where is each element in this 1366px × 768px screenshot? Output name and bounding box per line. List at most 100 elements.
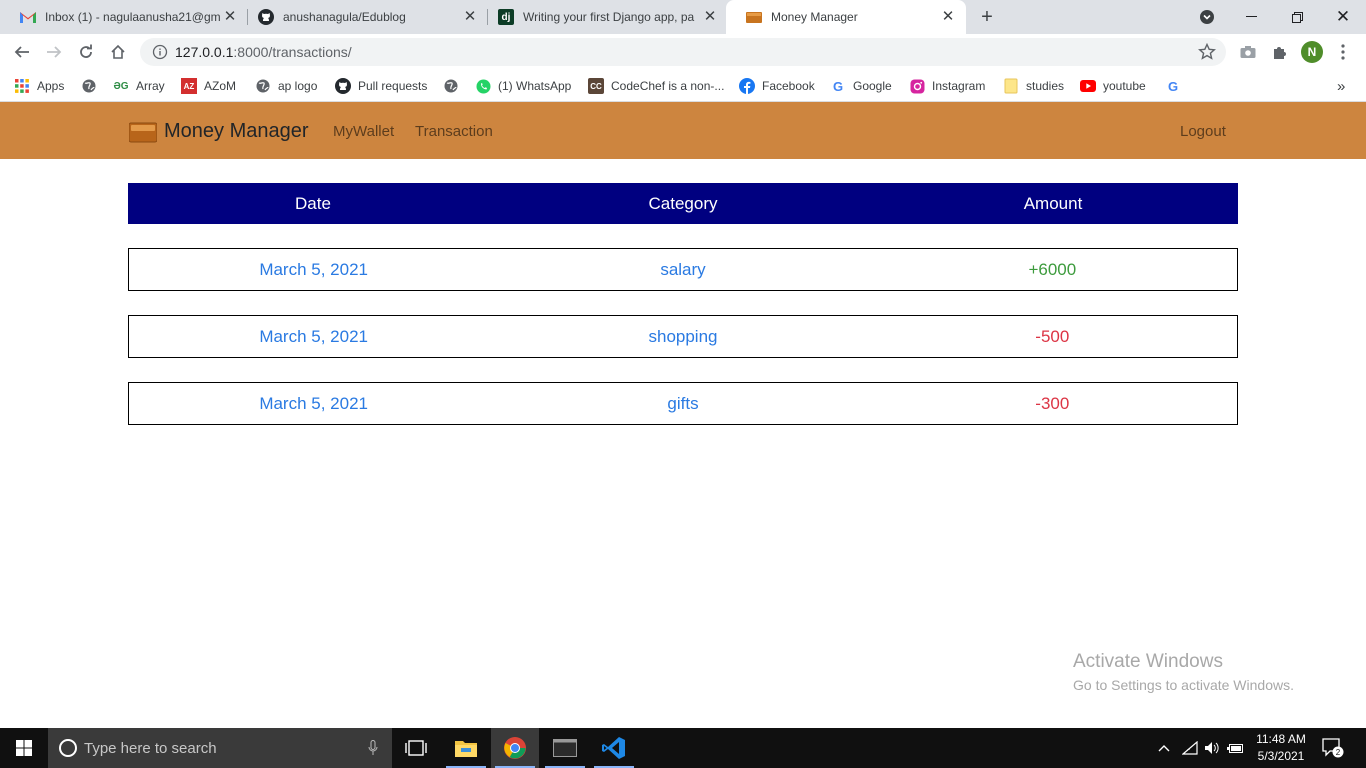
windows-start-icon[interactable] [0,728,48,768]
globe-icon [255,78,271,94]
chrome-menu-icon[interactable] [1333,42,1353,62]
bookmark-google-2[interactable]: G [1165,76,1188,96]
globe-icon [81,78,97,94]
bookmark-star-icon[interactable] [1198,42,1216,61]
row-amount: +6000 [1028,259,1077,279]
network-icon[interactable] [1178,728,1202,768]
row-date: March 5, 2021 [259,393,368,413]
new-tab-icon[interactable]: + [977,7,997,27]
tab-title: anushanagula/Edublog [283,10,406,24]
row-amount: -300 [1035,393,1070,413]
tab-github[interactable]: anushanagula/Edublog ✕ [238,0,488,34]
close-tab-icon[interactable]: ✕ [702,9,718,25]
bookmark-label: (1) WhatsApp [498,79,572,93]
logout-link[interactable]: Logout [1180,123,1226,140]
bookmark-google[interactable]: G Google [830,76,892,96]
close-tab-icon[interactable]: ✕ [222,9,238,25]
address-bar[interactable]: 127.0.0.1:8000/transactions/ [140,38,1226,66]
wallet-icon [746,9,762,25]
bookmark-globe-2[interactable] [443,76,466,96]
watermark-subtitle: Go to Settings to activate Windows. [1073,677,1294,693]
restore-icon[interactable] [1274,0,1320,34]
table-row: March 5, 2021 salary +6000 [128,248,1238,291]
row-date: March 5, 2021 [259,326,368,346]
system-clock[interactable]: 11:48 AM 5/3/2021 [1250,731,1312,765]
bookmark-youtube[interactable]: youtube [1080,76,1146,96]
table-header: Date Category Amount [128,183,1238,224]
bookmark-label: CodeChef is a non-... [611,79,725,93]
notification-center-icon[interactable]: 2 [1322,738,1344,758]
show-hidden-icons-icon[interactable] [1152,728,1176,768]
header-category: Category [648,193,718,213]
close-window-icon[interactable]: ✕ [1320,0,1366,34]
bookmark-label: Array [136,79,165,93]
django-icon: dj [498,9,514,25]
profile-avatar[interactable]: N [1301,41,1323,63]
cortana-icon [59,739,77,757]
url-host: 127.0.0.1 [175,44,234,60]
row-category: gifts [667,393,699,413]
bookmark-pull-requests[interactable]: Pull requests [335,76,427,96]
taskbar-search-box[interactable]: Type here to search [48,728,392,768]
tab-title: Money Manager [771,10,858,24]
bookmarks-bar: Apps ƏG Array AZ AZoM ap logo Pull reque… [0,70,1366,102]
bookmark-studies[interactable]: studies [1003,76,1064,96]
clock-date: 5/3/2021 [1257,749,1305,763]
file-explorer-icon[interactable] [442,728,490,768]
volume-icon[interactable] [1200,728,1224,768]
browser-tab-strip: Inbox (1) - nagulaanusha21@gm ✕ anushana… [0,0,1366,34]
microphone-icon[interactable] [368,740,378,756]
bookmark-azom[interactable]: AZ AZoM [181,76,236,96]
google-icon: G [1167,78,1179,94]
row-category: shopping [648,326,718,346]
bookmark-facebook[interactable]: Facebook [739,76,815,96]
minimize-icon[interactable] [1228,0,1274,34]
tab-money-manager[interactable]: Money Manager ✕ [726,0,966,34]
activate-windows-watermark: Activate Windows Go to Settings to activ… [1073,651,1294,693]
bookmark-whatsapp[interactable]: (1) WhatsApp [475,76,571,96]
close-tab-icon[interactable]: ✕ [940,9,956,25]
wallet-icon [129,122,157,142]
terminal-icon[interactable] [541,728,589,768]
brand-link[interactable]: Money Manager [129,120,309,143]
globe-icon [443,78,459,94]
bookmark-label: Instagram [932,79,986,93]
tab-title: Writing your first Django app, pa [523,10,695,24]
app-navbar: Money Manager MyWallet Transaction Logou… [0,102,1366,159]
bookmark-instagram[interactable]: Instagram [909,76,985,96]
notification-count: 2 [1336,748,1341,757]
extensions-icon[interactable] [1270,42,1290,62]
close-tab-icon[interactable]: ✕ [462,9,478,25]
row-amount: -500 [1035,326,1070,346]
geeksforgeeks-icon: ƏG [113,80,129,92]
row-category: salary [660,259,706,279]
battery-icon[interactable] [1224,728,1248,768]
whatsapp-icon [475,78,491,94]
more-bookmarks-icon[interactable]: » [1337,76,1345,96]
camera-icon[interactable] [1238,42,1258,62]
nav-link-transaction[interactable]: Transaction [415,123,493,140]
bookmark-label: Facebook [762,79,815,93]
tab-gmail[interactable]: Inbox (1) - nagulaanusha21@gm ✕ [0,0,248,34]
tab-django[interactable]: dj Writing your first Django app, pa ✕ [478,0,728,34]
task-view-icon[interactable] [392,728,440,768]
chrome-taskbar-icon[interactable] [491,728,539,768]
bookmark-label: studies [1026,79,1065,93]
google-icon: G [832,78,844,94]
vscode-icon[interactable] [590,728,638,768]
bookmark-globe[interactable] [81,76,104,96]
forward-icon[interactable] [42,40,66,64]
home-icon[interactable] [106,40,130,64]
back-icon[interactable] [10,40,34,64]
browser-toolbar: 127.0.0.1:8000/transactions/ N [0,34,1366,70]
bookmark-array[interactable]: ƏG Array [113,76,165,96]
table-row: March 5, 2021 gifts -300 [128,382,1238,425]
facebook-icon [739,78,755,94]
site-info-icon[interactable] [152,44,168,60]
tab-search-icon[interactable] [1184,0,1230,34]
reload-icon[interactable] [74,40,98,64]
bookmark-codechef[interactable]: CC CodeChef is a non-... [588,76,724,96]
bookmark-apps[interactable]: Apps [14,76,64,96]
nav-link-mywallet[interactable]: MyWallet [333,123,394,140]
bookmark-ap-logo[interactable]: ap logo [255,76,317,96]
